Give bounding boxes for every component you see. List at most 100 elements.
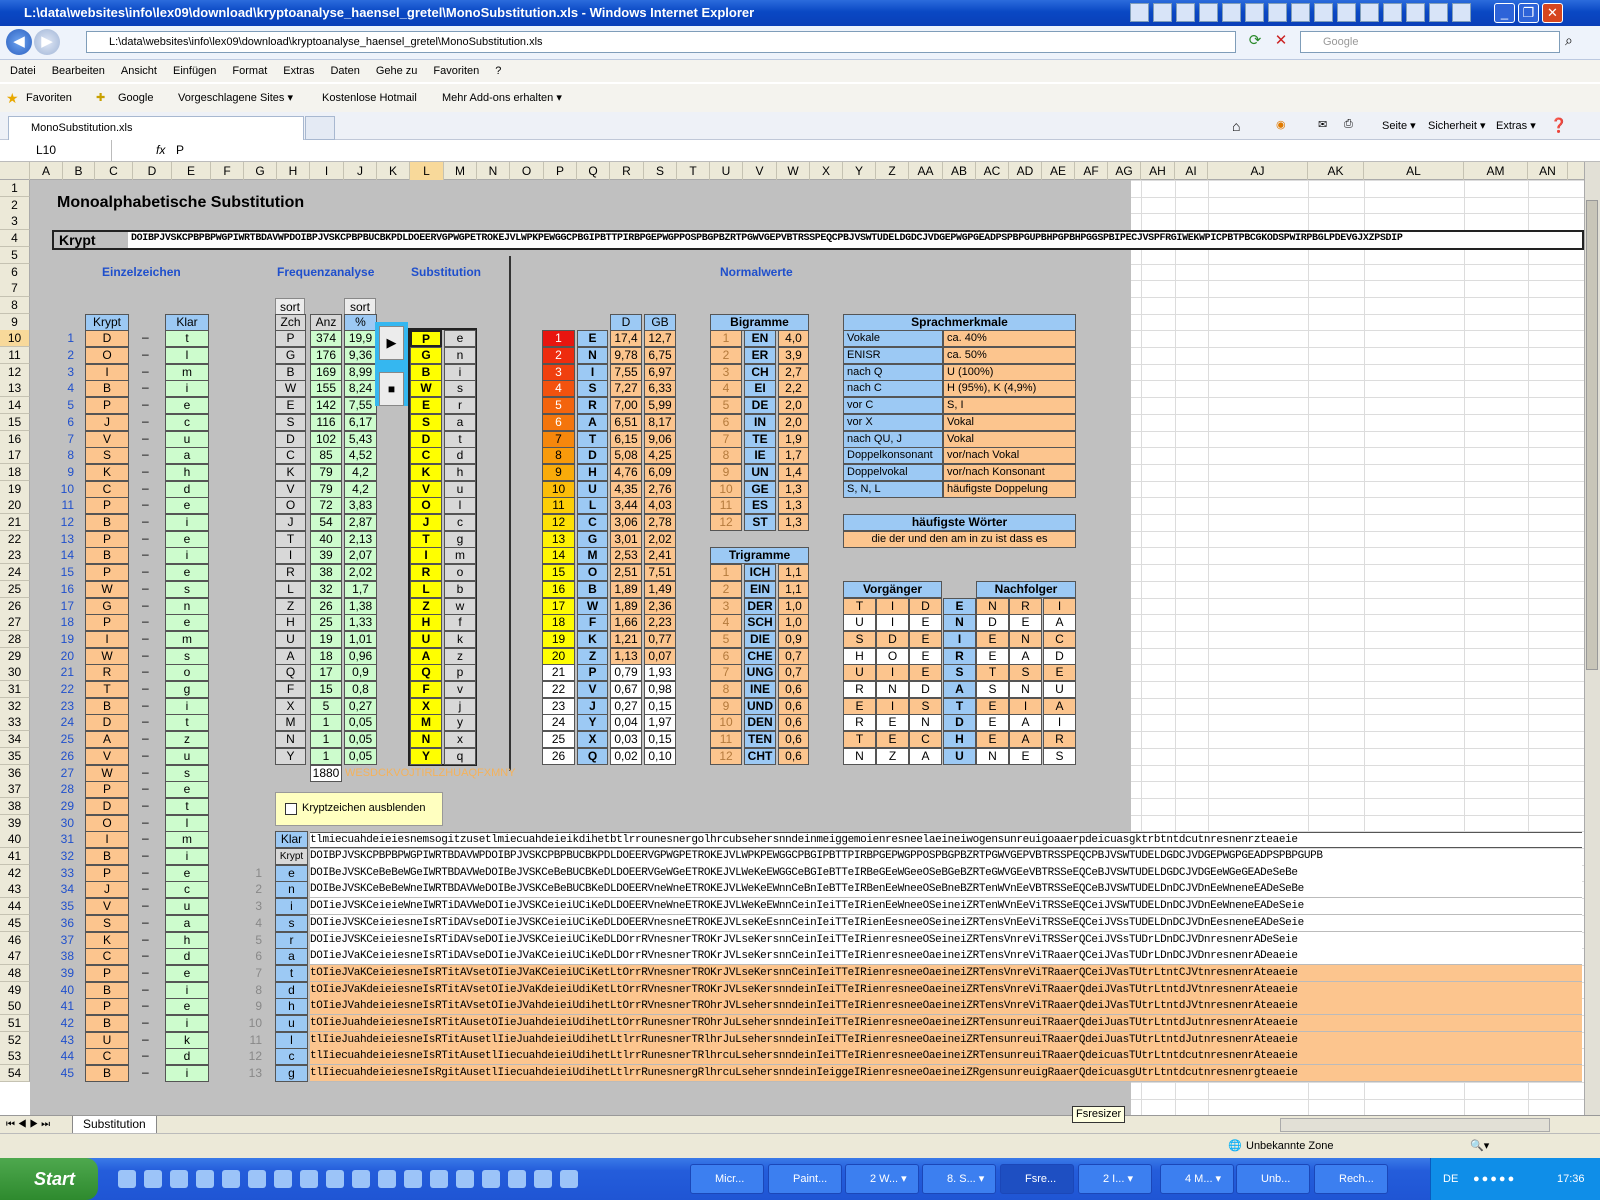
row-header-cell[interactable]: 50 — [0, 998, 30, 1016]
row-header-cell[interactable]: 2 — [0, 196, 30, 214]
row-header-cell[interactable]: 29 — [0, 647, 30, 665]
tab-monosubstitution[interactable]: MonoSubstitution.xls — [8, 116, 304, 140]
row-header-cell[interactable]: 10 — [0, 330, 30, 348]
row-header-cell[interactable]: 9 — [0, 313, 30, 331]
row-header-cell[interactable]: 3 — [0, 213, 30, 231]
column-header-cell[interactable]: G — [244, 162, 277, 180]
row-header-cell[interactable]: 49 — [0, 981, 30, 999]
column-header-cell[interactable]: AH — [1141, 162, 1175, 180]
back-button[interactable]: ◀ — [6, 29, 32, 55]
row-header-cell[interactable]: 7 — [0, 280, 30, 298]
fav-link-addons[interactable]: Mehr Add-ons erhalten ▾ — [442, 84, 562, 112]
row-header-cell[interactable]: 25 — [0, 580, 30, 598]
worksheet[interactable]: Monoalphabetische Substitution Krypt DOIBP… — [30, 180, 1584, 1115]
forward-button[interactable]: ▶ — [34, 29, 60, 55]
row-header-cell[interactable]: 45 — [0, 914, 30, 932]
titlebar-app-icon[interactable] — [1291, 3, 1310, 22]
mail-icon[interactable]: ✉ — [1318, 118, 1327, 131]
sort-button-zch[interactable]: sort — [275, 297, 305, 315]
taskbar-button[interactable]: Unb... — [1236, 1164, 1310, 1194]
column-header-cell[interactable]: AN — [1528, 162, 1568, 180]
row-header-cell[interactable]: 46 — [0, 931, 30, 949]
scrollbar-thumb[interactable] — [1586, 200, 1598, 670]
column-header-cell[interactable]: Q — [577, 162, 610, 180]
taskbar-button[interactable]: Paint... — [768, 1164, 842, 1194]
row-header-cell[interactable]: 21 — [0, 514, 30, 531]
column-header-cell[interactable]: AE — [1042, 162, 1075, 180]
taskbar-button[interactable]: 4 M... ▾ — [1160, 1164, 1234, 1194]
column-header-cell[interactable]: V — [743, 162, 777, 180]
taskbar-button[interactable]: Fsre... — [1000, 1164, 1074, 1194]
row-header-cell[interactable]: 28 — [0, 630, 30, 648]
menu-item[interactable]: Ansicht — [121, 65, 157, 77]
column-header-cell[interactable]: F — [211, 162, 244, 180]
titlebar-app-icon[interactable] — [1245, 3, 1264, 22]
row-header-cell[interactable]: 31 — [0, 681, 30, 698]
column-header-cell[interactable]: AL — [1364, 162, 1464, 180]
search-icon[interactable]: ⌕ — [1565, 32, 1573, 49]
row-header-cell[interactable]: 4 — [0, 230, 30, 248]
quicklaunch-icon[interactable] — [404, 1170, 422, 1188]
zoom-icon[interactable]: 🔍▾ — [1470, 1134, 1489, 1158]
sheet-nav-icons[interactable]: ⏮ ◀ ▶ ⏭ — [6, 1116, 50, 1133]
row-header-cell[interactable]: 32 — [0, 697, 30, 715]
row-header-cell[interactable]: 39 — [0, 814, 30, 832]
column-header-cell[interactable]: AM — [1464, 162, 1528, 180]
column-header-cell[interactable]: AK — [1308, 162, 1364, 180]
checkbox-box[interactable] — [285, 802, 297, 815]
titlebar-app-icon[interactable] — [1452, 3, 1471, 22]
column-header-cell[interactable]: AI — [1175, 162, 1208, 180]
horizontal-scrollbar[interactable] — [1280, 1118, 1550, 1132]
row-header-cell[interactable]: 1 — [0, 180, 30, 197]
row-header-cell[interactable]: 36 — [0, 764, 30, 782]
column-header-cell[interactable]: L — [410, 162, 444, 180]
row-header-cell[interactable]: 22 — [0, 530, 30, 548]
titlebar-app-icon[interactable] — [1130, 3, 1149, 22]
search-input[interactable]: Google — [1300, 31, 1560, 53]
row-header-cell[interactable]: 47 — [0, 948, 30, 966]
menu-item[interactable]: Einfügen — [173, 65, 216, 77]
column-header-cell[interactable]: W — [777, 162, 810, 180]
row-header-cell[interactable]: 5 — [0, 246, 30, 264]
tray-icons[interactable]: ●●●●● — [1473, 1158, 1516, 1200]
menu-item[interactable]: Daten — [330, 65, 359, 77]
column-header-cell[interactable]: AA — [909, 162, 943, 180]
quicklaunch-icon[interactable] — [508, 1170, 526, 1188]
add-favorite-icon[interactable]: ✚ — [96, 84, 105, 112]
close-button[interactable]: ✕ — [1542, 3, 1563, 23]
titlebar-app-icon[interactable] — [1406, 3, 1425, 22]
row-header-cell[interactable]: 8 — [0, 296, 30, 314]
column-header-cell[interactable]: AD — [1009, 162, 1042, 180]
column-header-cell[interactable]: AB — [943, 162, 976, 180]
titlebar-app-icon[interactable] — [1337, 3, 1356, 22]
row-header-cell[interactable]: 54 — [0, 1065, 30, 1083]
row-header-cell[interactable]: 35 — [0, 747, 30, 765]
row-header-cell[interactable]: 26 — [0, 597, 30, 615]
row-header-cell[interactable]: 17 — [0, 447, 30, 465]
row-header-cell[interactable]: 44 — [0, 898, 30, 916]
column-header-cell[interactable]: E — [172, 162, 211, 180]
stop-button[interactable]: ■ — [379, 371, 404, 406]
quicklaunch-icon[interactable] — [118, 1170, 136, 1188]
column-header-cell[interactable]: O — [510, 162, 544, 180]
quicklaunch-icon[interactable] — [222, 1170, 240, 1188]
quicklaunch-icon[interactable] — [248, 1170, 266, 1188]
row-header-cell[interactable]: 52 — [0, 1031, 30, 1049]
sheet-tab-substitution[interactable]: Substitution — [72, 1116, 157, 1134]
row-header-cell[interactable]: 14 — [0, 397, 30, 415]
fav-link-google[interactable]: Google — [118, 84, 153, 112]
menu-item[interactable]: Datei — [10, 65, 36, 77]
cmd-security[interactable]: Sicherheit ▾ — [1428, 119, 1486, 132]
row-header-cell[interactable]: 24 — [0, 564, 30, 582]
minimize-button[interactable]: _ — [1494, 3, 1515, 23]
row-header-cell[interactable]: 18 — [0, 463, 30, 481]
row-header-cell[interactable]: 43 — [0, 881, 30, 899]
row-header-cell[interactable]: 37 — [0, 781, 30, 799]
quicklaunch-icon[interactable] — [170, 1170, 188, 1188]
column-header-cell[interactable]: I — [310, 162, 344, 180]
menu-item[interactable]: Format — [232, 65, 267, 77]
cmd-page[interactable]: Seite ▾ — [1382, 119, 1416, 132]
row-header-cell[interactable]: 41 — [0, 848, 30, 865]
titlebar-app-icon[interactable] — [1429, 3, 1448, 22]
name-box[interactable]: L10 — [0, 140, 112, 161]
